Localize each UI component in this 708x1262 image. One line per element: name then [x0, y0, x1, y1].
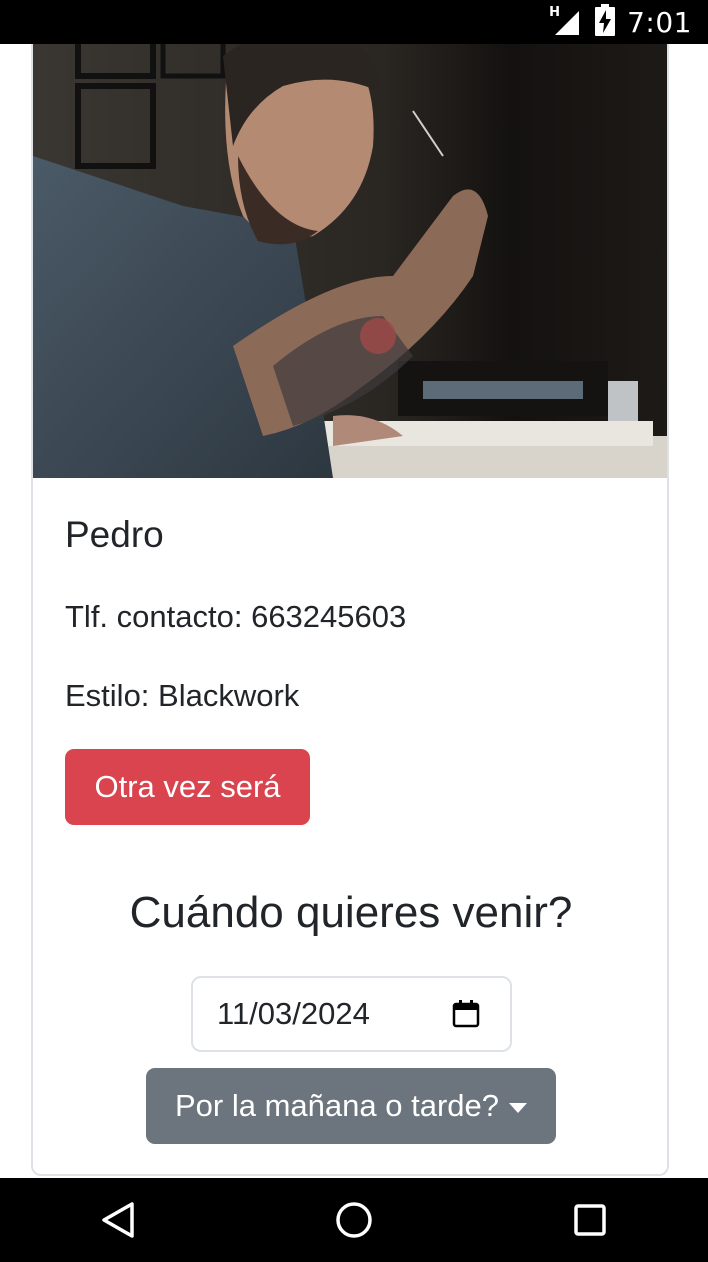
clock: 7:01: [627, 5, 692, 39]
caret-down-icon: [509, 1103, 527, 1113]
cancel-button[interactable]: Otra vez será: [65, 749, 310, 825]
time-of-day-dropdown[interactable]: Por la mañana o tarde?: [146, 1068, 556, 1144]
dropdown-label: Por la mañana o tarde?: [175, 1088, 499, 1123]
artist-card: Pedro Tlf. contacto: 663245603 Estilo: B…: [31, 44, 669, 1176]
status-bar: H 7:01: [0, 0, 708, 44]
appointment-question: Cuándo quieres venir?: [129, 888, 573, 937]
content-scroll-area[interactable]: Pedro Tlf. contacto: 663245603 Estilo: B…: [0, 44, 708, 1178]
calendar-icon[interactable]: [452, 1000, 480, 1028]
battery-charging-icon: [595, 3, 616, 41]
home-icon[interactable]: [254, 1178, 454, 1262]
contact-phone: Tlf. contacto: 663245603: [65, 599, 407, 634]
back-icon[interactable]: [18, 1178, 218, 1262]
network-type: H: [549, 5, 560, 20]
signal-icon: H: [549, 5, 583, 37]
recents-icon[interactable]: [490, 1178, 690, 1262]
tattoo-style: Estilo: Blackwork: [65, 678, 300, 713]
navigation-bar: [0, 1178, 708, 1262]
date-value: 11/03/2024: [217, 996, 370, 1031]
date-input[interactable]: 11/03/2024: [191, 976, 512, 1052]
artist-photo: [33, 44, 667, 478]
artist-name: Pedro: [65, 514, 164, 555]
